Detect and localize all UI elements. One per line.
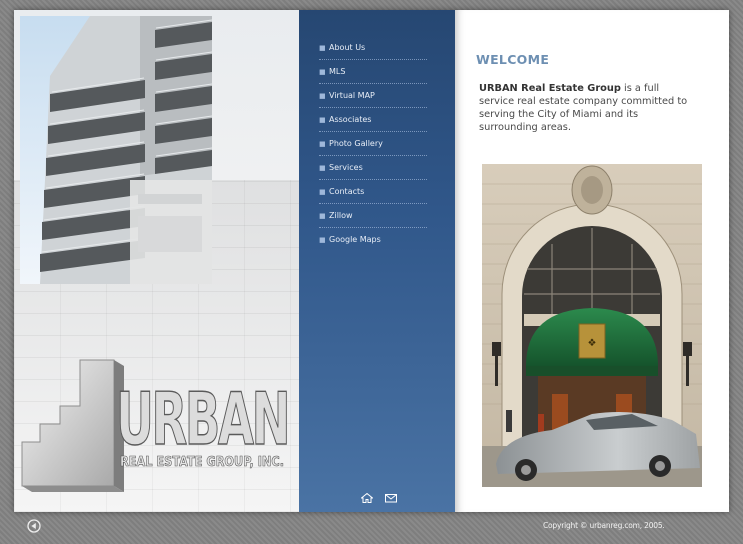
bullet-icon: ■ xyxy=(319,91,326,100)
nav-item-label: Google Maps xyxy=(329,235,381,244)
bullet-icon: ■ xyxy=(319,187,326,196)
nav-menu: ■ About Us ■ MLS ■ Virtual MAP ■ Associates … xyxy=(319,36,427,251)
main-content: WELCOME URBAN Real Estate Group is a ful… xyxy=(455,10,729,512)
bullet-icon: ■ xyxy=(319,163,326,172)
bullet-icon: ■ xyxy=(319,139,326,148)
nav-item-google-maps[interactable]: ■ Google Maps xyxy=(319,228,427,251)
nav-item-services[interactable]: ■ Services xyxy=(319,156,427,180)
back-button-icon[interactable] xyxy=(27,519,41,533)
logo-tagline: REAL ESTATE GROUP, INC. xyxy=(120,455,284,470)
nav-item-label: Photo Gallery xyxy=(329,139,383,148)
nav-item-label: About Us xyxy=(329,43,366,52)
nav-item-label: Contacts xyxy=(329,187,365,196)
bullet-icon: ■ xyxy=(319,43,326,52)
home-icon[interactable] xyxy=(361,493,373,503)
nav-item-label: Virtual MAP xyxy=(329,91,375,100)
nav-item-virtual-map[interactable]: ■ Virtual MAP xyxy=(319,84,427,108)
nav-item-contacts[interactable]: ■ Contacts xyxy=(319,180,427,204)
bullet-icon: ■ xyxy=(319,67,326,76)
nav-item-zillow[interactable]: ■ Zillow xyxy=(319,204,427,228)
nav-item-photo-gallery[interactable]: ■ Photo Gallery xyxy=(319,132,427,156)
building-entrance-photo: ❖ xyxy=(482,164,702,487)
page-title: WELCOME xyxy=(476,52,550,67)
left-photo-panel: URBAN REAL ESTATE GROUP, INC. xyxy=(14,10,299,512)
svg-text:❖: ❖ xyxy=(588,338,597,349)
page-frame: URBAN REAL ESTATE GROUP, INC. ■ About Us … xyxy=(14,10,729,512)
copyright-text: Copyright © urbanreg.com, 2005. xyxy=(543,521,665,530)
bullet-icon: ■ xyxy=(319,211,326,220)
nav-item-label: Services xyxy=(329,163,363,172)
urban-logo: URBAN REAL ESTATE GROUP, INC. xyxy=(21,359,293,492)
intro-paragraph: URBAN Real Estate Group is a full servic… xyxy=(479,82,691,134)
nav-footer-icons xyxy=(361,493,397,503)
nav-item-associates[interactable]: ■ Associates xyxy=(319,108,427,132)
mail-icon[interactable] xyxy=(385,493,397,503)
nav-item-about-us[interactable]: ■ About Us xyxy=(319,36,427,60)
bullet-icon: ■ xyxy=(319,235,326,244)
nav-item-mls[interactable]: ■ MLS xyxy=(319,60,427,84)
logo-word: URBAN xyxy=(116,377,288,461)
nav-item-label: Zillow xyxy=(329,211,353,220)
nav-item-label: Associates xyxy=(329,115,372,124)
bullet-icon: ■ xyxy=(319,115,326,124)
balcony-building-photo xyxy=(20,16,212,284)
company-name: URBAN Real Estate Group xyxy=(479,83,621,94)
nav-item-label: MLS xyxy=(329,67,346,76)
main-navigation: ■ About Us ■ MLS ■ Virtual MAP ■ Associates … xyxy=(299,10,455,512)
